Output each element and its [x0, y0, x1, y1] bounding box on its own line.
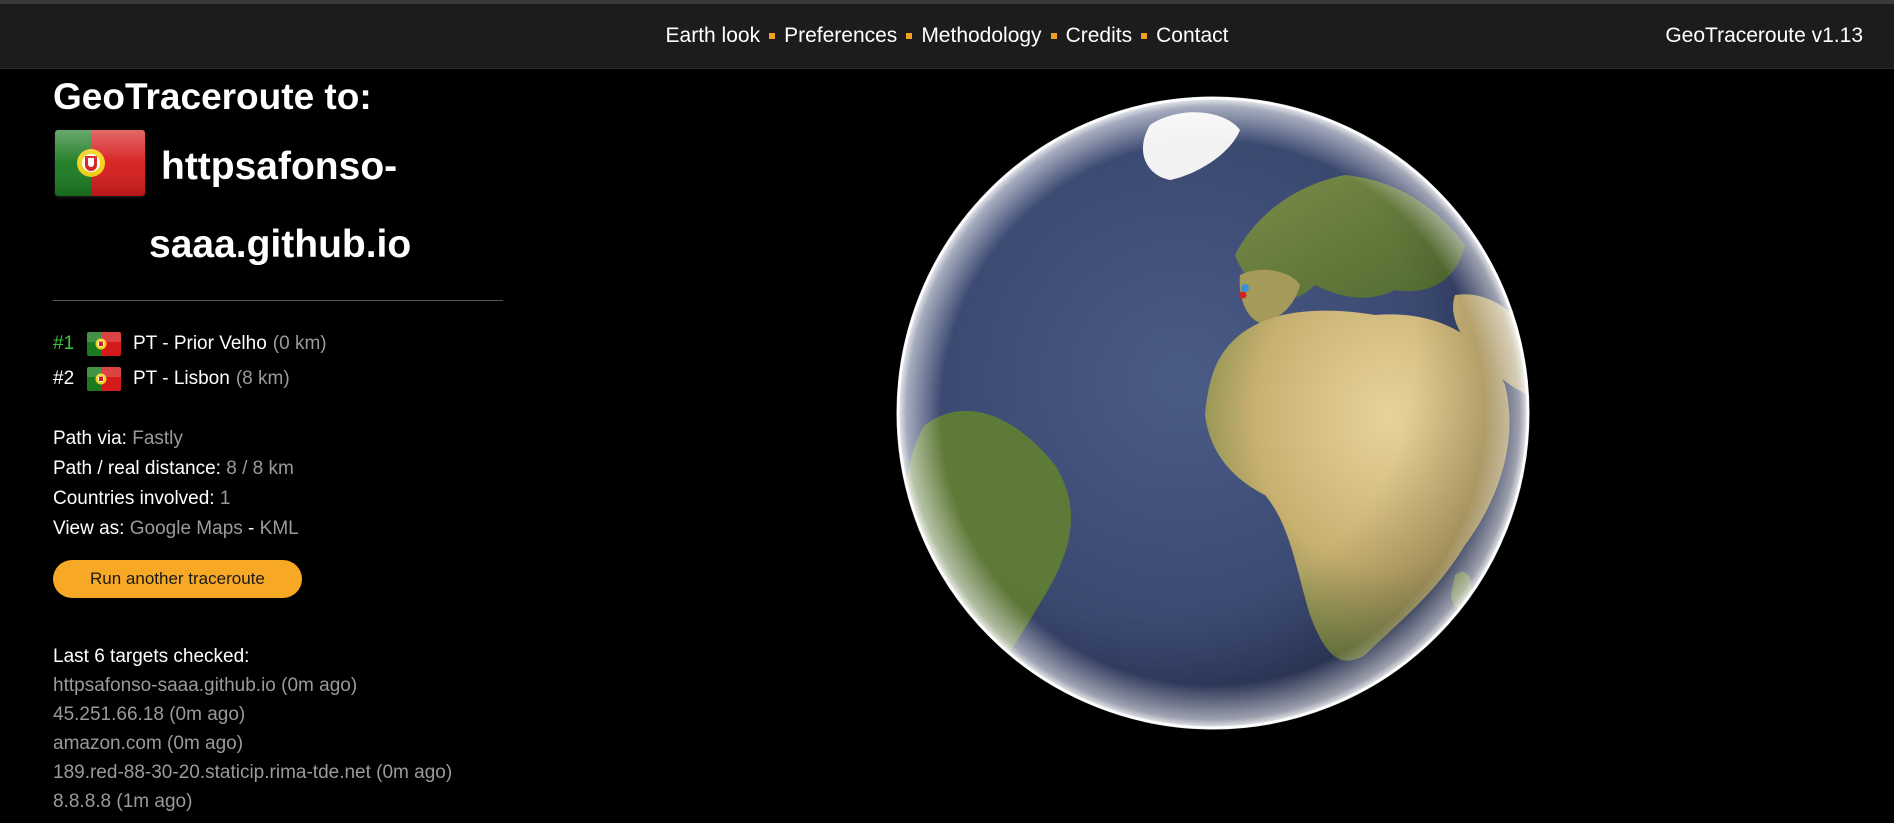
portugal-flag-icon: [87, 366, 121, 391]
nav-earth-look[interactable]: Earth look: [666, 24, 761, 48]
target-hostname: httpsafonso- saaa.github.io: [149, 128, 491, 284]
hop-number: #1: [53, 332, 75, 354]
recent-target-link[interactable]: amazon.com (0m ago): [53, 729, 503, 758]
nav-methodology[interactable]: Methodology: [921, 24, 1041, 48]
path-via-label: Path via:: [53, 428, 127, 449]
portugal-flag-icon: [55, 130, 145, 196]
nav-contact[interactable]: Contact: [1156, 24, 1228, 48]
view-as-separator: -: [248, 518, 255, 539]
recent-targets: Last 6 targets checked: httpsafonso-saaa…: [53, 642, 503, 816]
nav-credits[interactable]: Credits: [1066, 24, 1133, 48]
nav-separator: [1050, 33, 1057, 39]
recent-target-link[interactable]: 8.8.8.8 (1m ago): [53, 787, 503, 816]
hop-distance: (0 km): [272, 332, 327, 354]
recent-target-link[interactable]: 189.red-88-30-20.staticip.rima-tde.net (…: [53, 758, 503, 787]
countries-label: Countries involved:: [53, 488, 215, 509]
recent-target-link[interactable]: 45.251.66.18 (0m ago): [53, 700, 503, 729]
distance-label: Path / real distance:: [53, 458, 221, 479]
hop-row: #2 PT - Lisbon (8 km): [53, 361, 503, 396]
hop-location: PT - Lisbon: [133, 367, 230, 389]
nav-preferences[interactable]: Preferences: [784, 24, 897, 48]
nav-separator: [769, 33, 776, 39]
target-hostname-line1: httpsafonso-: [161, 145, 398, 188]
distance-value: 8 / 8 km: [226, 458, 294, 479]
nav-separator: [906, 33, 913, 39]
hop-number: #2: [53, 367, 75, 389]
recent-targets-title: Last 6 targets checked:: [53, 646, 250, 667]
run-another-traceroute-button[interactable]: Run another traceroute: [53, 560, 302, 598]
path-via-value: Fastly: [132, 428, 183, 449]
path-via-row: Path via: Fastly: [53, 424, 503, 454]
portugal-flag-icon: [87, 331, 121, 356]
nav-links: Earth look Preferences Methodology Credi…: [0, 4, 1894, 68]
path-stats: Path via: Fastly Path / real distance: 8…: [53, 424, 503, 544]
earth-globe[interactable]: [895, 95, 1531, 731]
view-as-label: View as:: [53, 518, 125, 539]
recent-target-link[interactable]: httpsafonso-saaa.github.io (0m ago): [53, 671, 503, 700]
page-title: GeoTraceroute to:: [53, 76, 372, 117]
navbar: Earth look Preferences Methodology Credi…: [0, 4, 1894, 69]
hop-distance: (8 km): [235, 367, 290, 389]
hop-row: #1 PT - Prior Velho (0 km): [53, 326, 503, 361]
target-hostname-line2: saaa.github.io: [149, 223, 412, 266]
google-maps-link[interactable]: Google Maps: [130, 518, 243, 539]
divider: [53, 300, 503, 301]
view-as-row: View as: Google Maps - KML: [53, 514, 503, 544]
app-version: GeoTraceroute v1.13: [1665, 24, 1863, 47]
target-header: httpsafonso- saaa.github.io: [53, 128, 503, 288]
globe-3d-view[interactable]: [895, 95, 1531, 731]
kml-link[interactable]: KML: [260, 518, 299, 539]
countries-value: 1: [219, 488, 231, 509]
hop-list: #1 PT - Prior Velho (0 km) #2 PT - Lisbo…: [53, 326, 503, 396]
results-panel: GeoTraceroute to: httpsafonso- saaa.gith…: [53, 68, 503, 816]
hop-location: PT - Prior Velho: [133, 332, 267, 354]
countries-row: Countries involved: 1: [53, 484, 503, 514]
distance-row: Path / real distance: 8 / 8 km: [53, 454, 503, 484]
nav-separator: [1141, 33, 1148, 39]
